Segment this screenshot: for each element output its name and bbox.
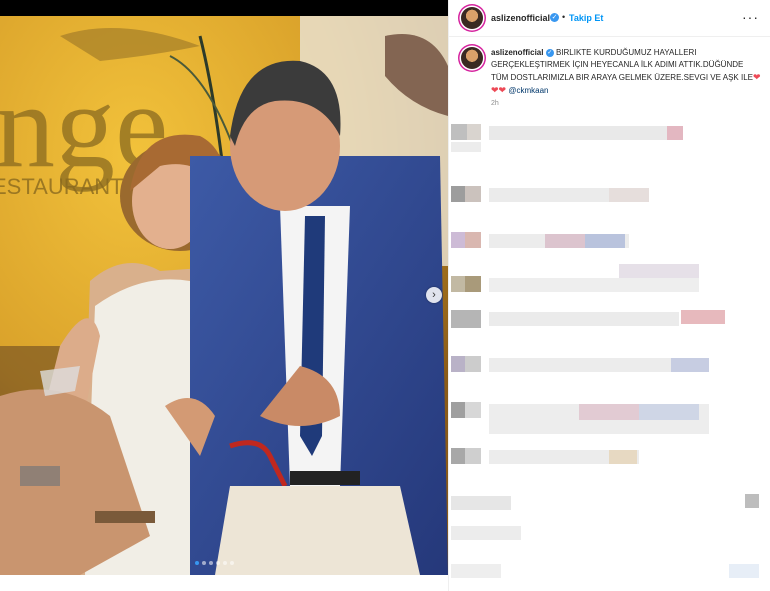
comment-text-block bbox=[489, 126, 679, 140]
comment-avatar bbox=[465, 356, 481, 372]
username-link[interactable]: aslizenofficial bbox=[491, 13, 550, 23]
pixelated-comments bbox=[449, 118, 770, 591]
comment-avatar bbox=[465, 232, 481, 248]
comment-text-block bbox=[609, 188, 649, 202]
separator-dot: • bbox=[562, 12, 566, 22]
post-photo[interactable]: nge ESTAURANT › bbox=[0, 0, 448, 575]
comment-avatar bbox=[465, 186, 481, 202]
comment-text-block bbox=[451, 526, 521, 540]
comment-avatar bbox=[451, 402, 465, 418]
carousel-dot bbox=[223, 561, 227, 565]
carousel-dot bbox=[202, 561, 206, 565]
comment-avatar bbox=[465, 448, 481, 464]
more-options-icon[interactable]: ··· bbox=[742, 9, 759, 25]
verified-icon: ✓ bbox=[545, 48, 554, 57]
comment-text-block bbox=[451, 142, 481, 152]
comment-avatar bbox=[467, 124, 481, 140]
comment-avatar bbox=[451, 356, 465, 372]
comment-text-block bbox=[545, 234, 585, 248]
comment-avatar bbox=[465, 276, 481, 292]
comment-text-block bbox=[639, 404, 699, 420]
caption-username[interactable]: aslizenofficial bbox=[491, 48, 543, 57]
carousel-dot bbox=[209, 561, 213, 565]
restaurant-sign-sub: ESTAURANT bbox=[0, 174, 124, 199]
comment-text-block bbox=[671, 358, 709, 372]
comment-text-block bbox=[451, 564, 501, 578]
carousel-dot bbox=[230, 561, 234, 565]
comment-text-block bbox=[585, 234, 625, 248]
mention-link[interactable]: @ckmkaan bbox=[508, 86, 548, 95]
comment-text-block bbox=[579, 404, 639, 420]
comment-text-block bbox=[609, 450, 637, 464]
comment-avatar bbox=[451, 276, 465, 292]
comment-like-icon bbox=[745, 494, 759, 508]
comment-avatar bbox=[451, 124, 467, 140]
carousel-indicator bbox=[195, 561, 234, 565]
comment-text-block bbox=[681, 310, 725, 324]
post-timestamp: 2h bbox=[491, 100, 499, 107]
carousel-dot bbox=[195, 561, 199, 565]
comment-avatar bbox=[451, 448, 465, 464]
wedding-photo: nge ESTAURANT bbox=[0, 16, 448, 575]
photo-top-letterbox bbox=[0, 0, 448, 16]
comment-text-block bbox=[451, 496, 511, 510]
comment-text-block bbox=[489, 278, 699, 292]
caption-avatar[interactable] bbox=[461, 47, 483, 69]
post-header: aslizenofficial ✓ • Takip Et ··· bbox=[449, 0, 770, 37]
comment-avatar bbox=[465, 402, 481, 418]
post-caption: aslizenofficial ✓ BIRLIKTE KURDUĞUMUZ HA… bbox=[491, 47, 761, 97]
comment-text-block bbox=[489, 312, 679, 326]
comment-avatar bbox=[451, 310, 481, 328]
post-side-panel: aslizenofficial ✓ • Takip Et ··· aslizen… bbox=[448, 0, 770, 591]
carousel-next-icon[interactable]: › bbox=[426, 287, 442, 303]
verified-icon: ✓ bbox=[550, 13, 559, 22]
comment-avatar bbox=[451, 186, 465, 202]
comment-text-block bbox=[729, 564, 759, 578]
avatar[interactable] bbox=[461, 7, 483, 29]
comment-text-block bbox=[619, 264, 699, 278]
carousel-dot bbox=[216, 561, 220, 565]
comment-avatar bbox=[451, 232, 465, 248]
follow-button[interactable]: Takip Et bbox=[569, 13, 603, 23]
comment-text-block bbox=[667, 126, 683, 140]
